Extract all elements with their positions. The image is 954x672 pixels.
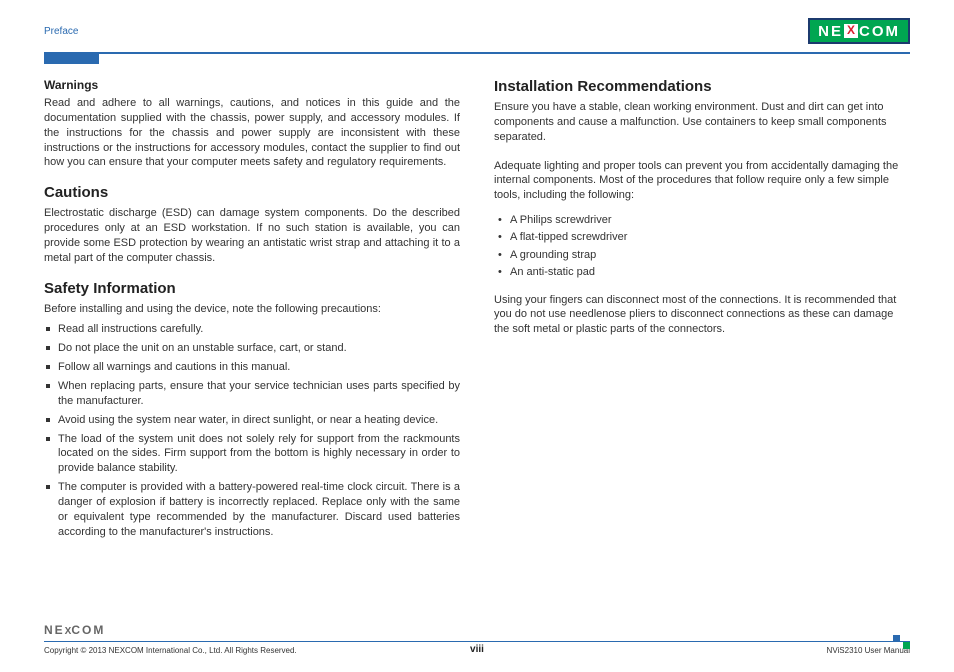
page-footer: NEXCOM Copyright © 2013 NEXCOM Internati…: [44, 641, 910, 656]
list-item: A grounding strap: [496, 248, 910, 263]
footer-logo-right: COM: [71, 623, 105, 637]
header-tab-icon: [44, 52, 99, 64]
list-item: The computer is provided with a battery-…: [46, 480, 460, 539]
section-label: Preface: [44, 26, 78, 37]
install-p1: Ensure you have a stable, clean working …: [494, 100, 910, 145]
page-number: viii: [470, 644, 484, 655]
tools-list: A Philips screwdriver A flat-tipped scre…: [494, 213, 910, 281]
cautions-body: Electrostatic discharge (ESD) can damage…: [44, 206, 460, 265]
list-item: When replacing parts, ensure that your s…: [46, 379, 460, 409]
list-item: Read all instructions carefully.: [46, 322, 460, 337]
copyright-text: Copyright © 2013 NEXCOM International Co…: [44, 646, 297, 655]
list-item: A Philips screwdriver: [496, 213, 910, 228]
doc-title: NViS2310 User Manual: [827, 646, 910, 655]
footer-rule: [44, 641, 910, 643]
install-p2: Adequate lighting and proper tools can p…: [494, 159, 910, 204]
install-p3: Using your fingers can disconnect most o…: [494, 293, 910, 338]
list-item: The load of the system unit does not sol…: [46, 432, 460, 477]
warnings-heading: Warnings: [44, 78, 460, 92]
warnings-body: Read and adhere to all warnings, caution…: [44, 96, 460, 170]
list-item: Avoid using the system near water, in di…: [46, 413, 460, 428]
content-area: Warnings Read and adhere to all warnings…: [0, 54, 954, 549]
safety-heading: Safety Information: [44, 280, 460, 297]
safety-lead: Before installing and using the device, …: [44, 302, 460, 317]
footer-square-blue-icon: [893, 635, 900, 642]
footer-row: Copyright © 2013 NEXCOM International Co…: [44, 646, 910, 655]
footer-square-green-icon: [903, 642, 910, 649]
logo-text-right: COM: [859, 23, 900, 40]
footer-logo-left: NE: [44, 623, 65, 637]
list-item: Do not place the unit on an unstable sur…: [46, 341, 460, 356]
logo-text-left: NE: [818, 23, 843, 40]
list-item: Follow all warnings and cautions in this…: [46, 360, 460, 375]
header-rule: [44, 52, 910, 54]
column-right: Installation Recommendations Ensure you …: [494, 78, 910, 549]
list-item: A flat-tipped screwdriver: [496, 230, 910, 245]
logo-x-icon: X: [844, 24, 858, 38]
safety-list: Read all instructions carefully. Do not …: [44, 322, 460, 539]
column-left: Warnings Read and adhere to all warnings…: [44, 78, 460, 549]
page-header: Preface NE X COM: [0, 0, 954, 52]
cautions-heading: Cautions: [44, 184, 460, 201]
footer-logo: NEXCOM: [44, 621, 105, 639]
list-item: An anti-static pad: [496, 265, 910, 280]
nexcom-logo: NE X COM: [808, 18, 910, 44]
install-heading: Installation Recommendations: [494, 78, 910, 95]
